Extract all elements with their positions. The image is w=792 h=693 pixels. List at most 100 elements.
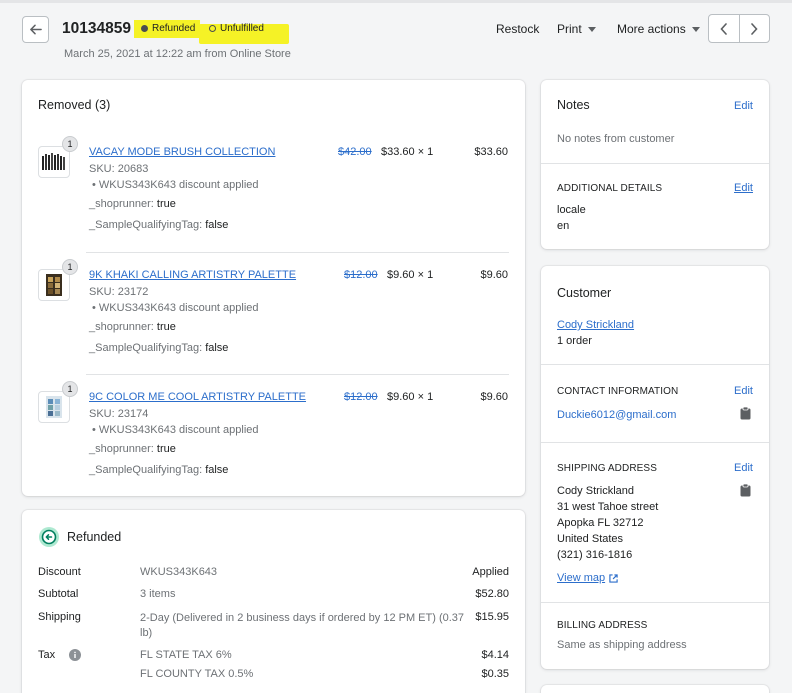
back-button[interactable] bbox=[22, 16, 49, 43]
section-divider bbox=[541, 364, 769, 365]
notes-card: Notes Edit No notes from customer ADDITI… bbox=[541, 80, 769, 249]
address-line: United States bbox=[557, 533, 624, 545]
prop-key: _SampleQualifyingTag: bbox=[89, 219, 203, 231]
property-shoprunner: _shoprunner: true bbox=[89, 443, 176, 455]
order-number: 10134859 bbox=[62, 20, 131, 37]
discount-note: • WKUS343K643 discount applied bbox=[92, 302, 259, 314]
discount-text: WKUS343K643 discount applied bbox=[98, 424, 259, 436]
order-navigation bbox=[708, 14, 770, 43]
prop-value: true bbox=[156, 443, 176, 455]
notes-title: Notes bbox=[557, 98, 590, 112]
product-link[interactable]: VACAY MODE BRUSH COLLECTION bbox=[89, 146, 275, 158]
billing-address-text: Same as shipping address bbox=[557, 639, 687, 651]
removed-title: Removed (3) bbox=[38, 98, 111, 112]
discount-note: • WKUS343K643 discount applied bbox=[92, 179, 259, 191]
property-shoprunner: _shoprunner: true bbox=[89, 198, 176, 210]
original-price: $42.00 bbox=[338, 146, 372, 158]
customer-name-link[interactable]: Cody Strickland bbox=[557, 319, 634, 331]
clipboard-icon[interactable] bbox=[740, 484, 751, 497]
prop-value: false bbox=[205, 342, 229, 354]
shipping-edit-link[interactable]: Edit bbox=[734, 462, 753, 474]
tax-row-label-wrap: Tax bbox=[38, 649, 82, 661]
cool-palette-icon bbox=[46, 396, 62, 418]
customer-card: Customer Cody Strickland 1 order CONTACT… bbox=[541, 266, 769, 669]
section-divider bbox=[541, 602, 769, 603]
line-item: 1 9C COLOR ME COOL ARTISTRY PALETTE SKU:… bbox=[38, 381, 508, 485]
discount-row-label: Discount bbox=[38, 566, 81, 578]
original-price: $12.00 bbox=[344, 391, 378, 403]
previous-order-button[interactable] bbox=[709, 15, 740, 42]
quantity-badge: 1 bbox=[62, 381, 78, 397]
locale-value: en bbox=[557, 220, 570, 232]
refund-circle-icon bbox=[39, 527, 59, 547]
refunded-summary-card: Refunded Discount WKUS343K643 Applied Su… bbox=[22, 510, 525, 693]
contact-edit-link[interactable]: Edit bbox=[734, 385, 753, 397]
more-actions-label: More actions bbox=[617, 22, 686, 36]
subtotal-items: 3 items bbox=[140, 588, 176, 600]
discount-text: WKUS343K643 discount applied bbox=[98, 179, 259, 191]
discount-code: WKUS343K643 bbox=[140, 566, 218, 578]
notes-empty-text: No notes from customer bbox=[557, 133, 675, 145]
info-icon[interactable] bbox=[69, 649, 82, 661]
contact-info-heading: CONTACT INFORMATION bbox=[557, 386, 679, 397]
next-card-edge bbox=[541, 685, 769, 693]
billing-address-heading: BILLING ADDRESS bbox=[557, 620, 648, 631]
address-line: Apopka FL 32712 bbox=[557, 517, 644, 529]
product-link[interactable]: 9C COLOR ME COOL ARTISTRY PALETTE bbox=[89, 391, 306, 403]
customer-email-link[interactable]: Duckie6012@gmail.com bbox=[557, 409, 676, 421]
khaki-palette-icon bbox=[46, 274, 62, 296]
item-divider bbox=[86, 374, 509, 375]
status-badge-unfulfilled: Unfulfilled bbox=[205, 21, 270, 36]
locale-key: locale bbox=[557, 204, 586, 216]
view-map-label: View map bbox=[557, 572, 606, 584]
state-tax-value: $4.14 bbox=[481, 649, 509, 661]
brush-set-icon bbox=[42, 153, 65, 170]
line-total: $33.60 bbox=[474, 146, 508, 158]
original-price: $12.00 bbox=[344, 269, 378, 281]
additional-details-heading: ADDITIONAL DETAILS bbox=[557, 183, 663, 194]
prop-key: _SampleQualifyingTag: bbox=[89, 342, 203, 354]
view-map-link[interactable]: View map bbox=[557, 572, 618, 584]
removed-items-card: Removed (3) 1 VACAY MODE BRUSH COLLECTIO… bbox=[22, 80, 525, 496]
address-phone: (321) 316-1816 bbox=[557, 549, 633, 561]
badge-label: Unfulfilled bbox=[220, 23, 264, 34]
top-border bbox=[0, 0, 792, 3]
print-label: Print bbox=[557, 22, 582, 36]
line-item: 1 VACAY MODE BRUSH COLLECTION SKU: 20683… bbox=[38, 136, 508, 240]
notes-edit-link[interactable]: Edit bbox=[734, 100, 753, 112]
product-sku: SKU: 23172 bbox=[89, 286, 149, 298]
shipping-value: $15.95 bbox=[475, 611, 509, 623]
prop-value: true bbox=[156, 321, 176, 333]
additional-details-edit-link[interactable]: Edit bbox=[734, 182, 753, 194]
order-subtitle: March 25, 2021 at 12:22 am from Online S… bbox=[64, 48, 291, 60]
chevron-right-icon bbox=[751, 22, 758, 35]
unit-price: $33.60 × 1 bbox=[381, 146, 434, 158]
tax-row-label: Tax bbox=[38, 649, 56, 661]
prop-value: true bbox=[156, 198, 176, 210]
caret-down-icon bbox=[691, 26, 700, 32]
property-sample-tag: _SampleQualifyingTag: false bbox=[89, 219, 228, 231]
line-total: $9.60 bbox=[480, 269, 508, 281]
subtotal-row-label: Subtotal bbox=[38, 588, 79, 600]
clipboard-icon[interactable] bbox=[740, 407, 751, 420]
restock-label: Restock bbox=[496, 22, 540, 36]
more-actions-button[interactable]: More actions bbox=[617, 22, 700, 36]
property-sample-tag: _SampleQualifyingTag: false bbox=[89, 342, 228, 354]
print-button[interactable]: Print bbox=[557, 22, 596, 36]
prop-key: _shoprunner: bbox=[89, 443, 154, 455]
status-badge-refunded: Refunded bbox=[137, 21, 201, 36]
next-order-button[interactable] bbox=[740, 15, 770, 42]
county-tax-value: $0.35 bbox=[481, 668, 509, 680]
product-sku: SKU: 23174 bbox=[89, 408, 149, 420]
chevron-left-icon bbox=[720, 22, 727, 35]
product-link[interactable]: 9K KHAKI CALLING ARTISTRY PALETTE bbox=[89, 269, 296, 281]
filled-dot-icon bbox=[141, 25, 148, 32]
hollow-dot-icon bbox=[209, 25, 216, 32]
address-line: Cody Strickland bbox=[557, 485, 635, 497]
product-sku: SKU: 20683 bbox=[89, 163, 149, 175]
customer-title: Customer bbox=[557, 286, 612, 300]
external-link-icon bbox=[609, 573, 618, 583]
prop-key: _shoprunner: bbox=[89, 321, 154, 333]
arrow-left-icon bbox=[30, 24, 42, 35]
restock-button[interactable]: Restock bbox=[496, 22, 539, 36]
